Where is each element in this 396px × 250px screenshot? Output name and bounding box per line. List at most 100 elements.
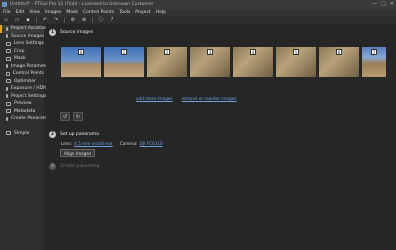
sidebar-item-preview[interactable]: Preview (0, 100, 44, 108)
image-thumbnail[interactable]: 4 (233, 47, 273, 77)
sidebar-item-project-settings[interactable]: Project Settings (0, 93, 47, 101)
remove-reorder-images-link[interactable]: remove or reorder images (182, 96, 237, 101)
sidebar-item-label: Simple (14, 130, 30, 136)
step-number: 2 (49, 131, 56, 138)
sidebar-item-label: Mask (14, 56, 26, 62)
thumbnail-index: 3 (207, 49, 213, 55)
rotate-left-button[interactable]: ↺ (60, 112, 70, 121)
sidebar-item-label: Metadata (14, 108, 36, 114)
step-title: Set up panorama (60, 132, 99, 137)
sidebar-item-create-panorama[interactable]: Create Panorama (0, 115, 50, 123)
thumbnail-strip: 0 1 2 3 4 5 6 7 (61, 47, 386, 77)
sidebar-item-label: Exposure / HDR (11, 86, 47, 92)
sidebar-item-image-parameters[interactable]: Image Parameters (0, 63, 52, 71)
menu-project[interactable]: Project (135, 10, 150, 15)
sidebar-item-label: Lens Settings (13, 41, 44, 47)
close-button[interactable]: ✕ (390, 1, 394, 7)
image-thumbnail[interactable]: 2 (147, 47, 187, 77)
window-controls: — □ ✕ (372, 1, 394, 7)
add-more-images-link[interactable]: add more images (136, 96, 173, 101)
step-title: Create panorama (60, 164, 100, 169)
image-thumbnail[interactable]: 5 (276, 47, 316, 77)
settings-icon[interactable]: ⚙ (70, 17, 76, 23)
sidebar-item-exposure-hdr[interactable]: Exposure / HDR (0, 85, 47, 93)
sidebar-item-control-points[interactable]: Control Points (0, 70, 44, 78)
open-icon[interactable]: ▭ (14, 17, 20, 23)
sidebar-item-label: Project Settings (11, 93, 47, 99)
sidebar-item-source-images[interactable]: Source Images (0, 33, 44, 41)
sidebar-item-label: Preview (14, 101, 32, 107)
thumbnail-index: 5 (293, 49, 299, 55)
create-panorama-icon (6, 116, 8, 121)
app-icon (2, 2, 7, 7)
lens-label: Lens: (61, 141, 73, 146)
sidebar-item-optimizer[interactable]: Optimizer (0, 78, 44, 86)
source-image-links: add more images remove or reorder images (136, 96, 236, 101)
image-thumbnail[interactable]: 3 (190, 47, 230, 77)
images-icon (6, 34, 8, 39)
lens-camera-info: Lens: 4.5 mm rectilinear Camera: DJI FC6… (61, 141, 163, 146)
menu-tools[interactable]: Tools (119, 10, 130, 15)
sidebar-item-metadata[interactable]: Metadata (0, 108, 44, 116)
camera-label: Camera: (119, 141, 138, 146)
step-1-header: 1 Source images (49, 29, 93, 36)
preview-icon (6, 101, 11, 106)
sidebar-item-simple[interactable]: Simple (0, 130, 44, 138)
optimizer-icon (6, 79, 11, 84)
menu-mask[interactable]: Mask (66, 10, 78, 15)
metadata-icon (6, 109, 11, 114)
new-icon[interactable]: ▫ (3, 17, 9, 23)
thumbnail-index: 7 (371, 49, 377, 55)
sidebar-item-lens-settings[interactable]: Lens Settings (0, 40, 44, 48)
thumbnail-index: 1 (121, 49, 127, 55)
sidebar-item-label: Optimizer (14, 78, 37, 84)
menu-file[interactable]: File (3, 10, 11, 15)
align-images-button[interactable]: Align Images (60, 149, 96, 157)
image-thumbnail[interactable]: 7 (362, 47, 386, 77)
minimize-button[interactable]: — (372, 1, 377, 7)
step-number: 1 (49, 29, 56, 36)
camera-value-link[interactable]: DJI FC6310 (140, 141, 163, 146)
menu-view[interactable]: View (29, 10, 40, 15)
undo-icon[interactable]: ↶ (42, 17, 48, 23)
thumbnail-index: 4 (250, 49, 256, 55)
lens-icon (6, 41, 11, 46)
step-number: 3 (49, 163, 56, 170)
sidebar-item-project-assistant[interactable]: Project Assistant (0, 25, 48, 33)
maximize-button[interactable]: □ (381, 1, 386, 7)
sidebar-item-mask[interactable]: Mask (0, 55, 44, 63)
project-assistant-panel: 1 Source images 0 1 2 3 4 5 6 7 add more… (46, 25, 396, 250)
sidebar-item-crop[interactable]: Crop (0, 48, 44, 56)
zoom-icon[interactable]: ⊕ (81, 17, 87, 23)
thumbnail-index: 0 (78, 49, 84, 55)
sidebar-item-label: Create Panorama (11, 116, 51, 122)
step-2-header: 2 Set up panorama (49, 131, 99, 138)
lens-value-link[interactable]: 4.5 mm rectilinear (74, 141, 113, 146)
sidebar-item-label: Project Assistant (11, 26, 49, 32)
mask-icon (6, 56, 11, 61)
sidebar-item-label: Crop (14, 48, 25, 54)
info-icon[interactable]: ⓘ (98, 17, 104, 23)
control-points-icon (6, 71, 10, 76)
menu-help[interactable]: Help (156, 10, 166, 15)
menu-images[interactable]: Images (45, 10, 61, 15)
sidebar-item-label: Control Points (12, 71, 44, 77)
step-title: Source images (60, 30, 94, 35)
rotate-right-button[interactable]: ↻ (73, 112, 83, 121)
image-thumbnail[interactable]: 1 (104, 47, 144, 77)
image-thumbnail[interactable]: 6 (319, 47, 359, 77)
toolbar-separator (64, 17, 65, 23)
redo-icon[interactable]: ↷ (53, 17, 59, 23)
project-settings-icon (6, 94, 8, 99)
menu-control-points[interactable]: Control Points (83, 10, 114, 15)
help-icon[interactable]: ? (109, 17, 115, 23)
menu-edit[interactable]: Edit (16, 10, 25, 15)
menu-bar: File Edit View Images Mask Control Point… (0, 9, 396, 16)
sidebar: Project Assistant Source Images Lens Set… (0, 25, 52, 250)
title-bar: Untitled* - PTGui Pro 11 (Trial) - Licen… (0, 0, 396, 9)
simple-mode-icon (6, 131, 11, 136)
image-thumbnail[interactable]: 0 (61, 47, 101, 77)
save-icon[interactable]: ▪ (25, 17, 31, 23)
thumbnail-index: 6 (336, 49, 342, 55)
